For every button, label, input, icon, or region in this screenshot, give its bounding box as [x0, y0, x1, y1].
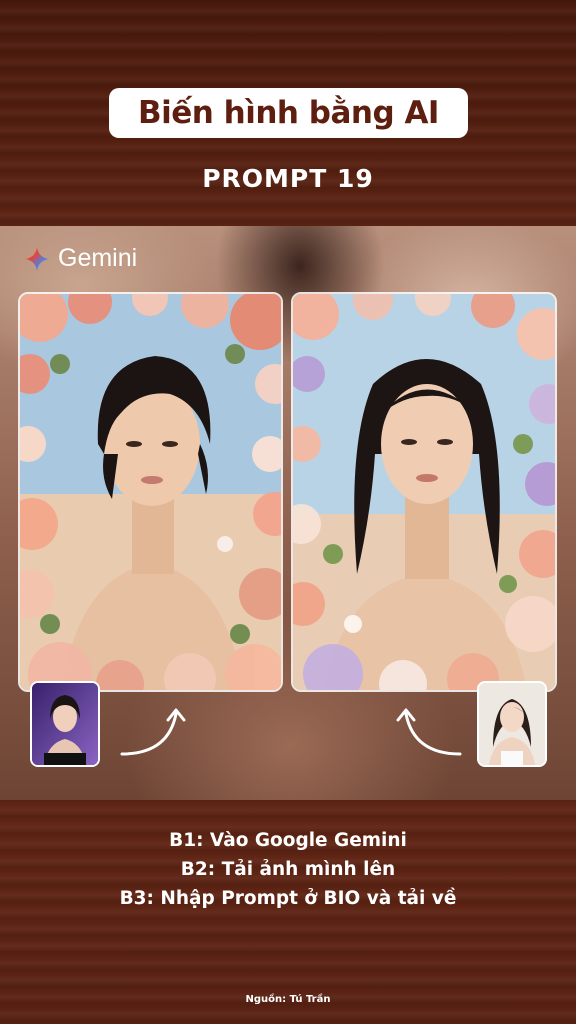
step-3: B3: Nhập Prompt ở BIO và tải về [119, 888, 457, 909]
step-1: B1: Vào Google Gemini [169, 830, 407, 851]
gemini-logo: Gemini [24, 244, 137, 273]
page: Biến hình bằng AI PROMPT 19 Gemini B1: V… [0, 0, 576, 1024]
gemini-star-icon [25, 246, 49, 271]
result-photo-right [291, 292, 557, 692]
step-2: B2: Tải ảnh mình lên [180, 859, 396, 880]
curved-arrow-icon-left [120, 708, 186, 756]
original-photo-left [30, 681, 100, 767]
original-photo-right [477, 681, 547, 767]
gemini-brand-name: Gemini [58, 244, 138, 272]
photo-showcase: Gemini [0, 226, 576, 800]
page-title: Biến hình bằng AI [138, 95, 439, 131]
source-credit: Nguồn: Tú Trần [245, 994, 331, 1005]
curved-arrow-icon-right [396, 708, 462, 756]
result-photo-left [18, 292, 283, 692]
prompt-label: PROMPT 19 [202, 164, 374, 193]
title-banner: Biến hình bằng AI [109, 88, 468, 138]
instruction-steps: B1: Vào Google Gemini B2: Tải ảnh mình l… [0, 826, 576, 913]
